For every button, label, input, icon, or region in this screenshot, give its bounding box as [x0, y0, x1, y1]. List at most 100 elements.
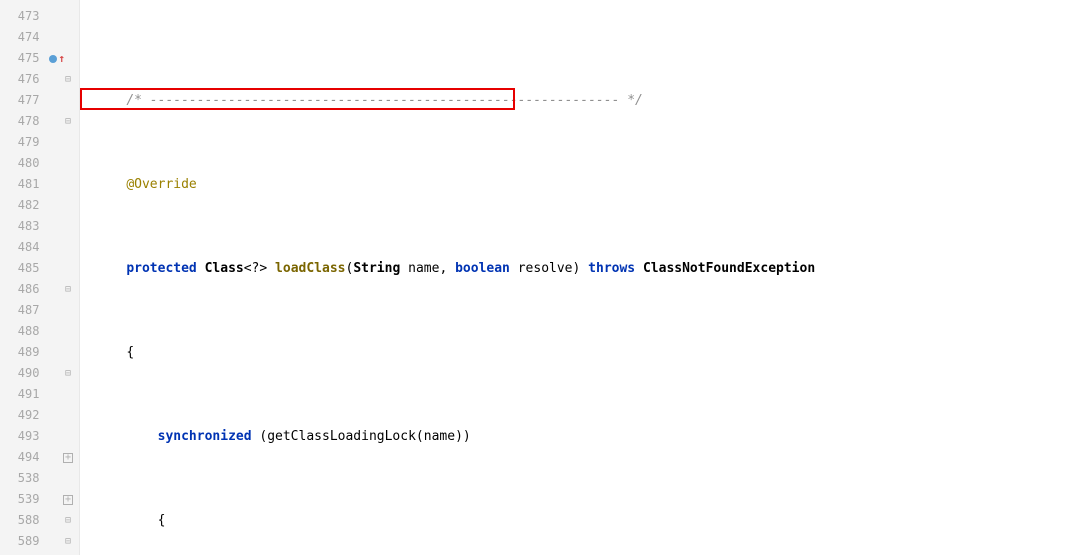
- keyword-boolean: boolean: [455, 261, 510, 276]
- line-number: 588: [0, 510, 39, 531]
- fold-toggle[interactable]: ⊟: [39, 75, 75, 85]
- rparen: ): [463, 429, 471, 444]
- line-number: 538: [0, 468, 39, 489]
- fold-toggle[interactable]: ⊟: [39, 516, 75, 526]
- line-number: 488: [0, 321, 39, 342]
- line-number: 476: [0, 69, 39, 90]
- fold-minus-icon: ⊟: [63, 369, 73, 379]
- line-number: 483: [0, 216, 39, 237]
- gutter-row: 482: [0, 195, 79, 216]
- param-resolve: resolve: [518, 261, 573, 276]
- type-class: Class: [205, 261, 244, 276]
- type-cnfe: ClassNotFoundException: [643, 261, 815, 276]
- gutter-row: 488: [0, 321, 79, 342]
- gutter-row: 539 +: [0, 489, 79, 510]
- arrow-up-icon: ↑: [58, 48, 65, 69]
- fold-minus-icon: ⊟: [63, 285, 73, 295]
- circle-icon: [49, 55, 57, 63]
- gutter-row: 485: [0, 258, 79, 279]
- gutter-row: 475 ↑: [0, 48, 79, 69]
- code-line[interactable]: {: [80, 510, 1080, 531]
- fold-plus-icon: +: [63, 453, 73, 463]
- gutter-row: 494+: [0, 447, 79, 468]
- param-name: name: [408, 261, 439, 276]
- gutter-row: 492: [0, 405, 79, 426]
- line-number: 480: [0, 153, 39, 174]
- lbrace: {: [126, 345, 134, 360]
- code-line[interactable]: {: [80, 342, 1080, 363]
- code-line[interactable]: /* -------------------------------------…: [80, 90, 1080, 111]
- annotation: @Override: [126, 177, 196, 192]
- line-number: 478: [0, 111, 39, 132]
- gutter: 473 474 475 ↑ 476 ⊟ 477 478 ⊟ 479 480 481 4…: [0, 0, 80, 555]
- gutter-row: 473: [0, 6, 79, 27]
- fold-toggle[interactable]: ⊟: [39, 537, 75, 547]
- fold-toggle[interactable]: ⊟: [39, 117, 75, 127]
- gutter-row: 589 ⊟: [0, 531, 79, 552]
- gutter-icon-area[interactable]: ↑: [39, 48, 75, 69]
- gutter-row: 481: [0, 174, 79, 195]
- line-number: 475: [0, 48, 39, 69]
- gutter-row: 483: [0, 216, 79, 237]
- gutter-row: 476 ⊟: [0, 69, 79, 90]
- method-call: getClassLoadingLock: [267, 429, 416, 444]
- code-line[interactable]: protected Class<?> loadClass(String name…: [80, 258, 1080, 279]
- gutter-row: 486 ⊟: [0, 279, 79, 300]
- gutter-row: 479: [0, 132, 79, 153]
- line-number: 487: [0, 300, 39, 321]
- lparen: (: [416, 429, 424, 444]
- line-number: 492: [0, 405, 39, 426]
- line-number: 477: [0, 90, 39, 111]
- lbrace: {: [158, 513, 166, 528]
- line-number: 481: [0, 174, 39, 195]
- gutter-row: 474: [0, 27, 79, 48]
- keyword-synchronized: synchronized: [158, 429, 252, 444]
- gutter-row: 484: [0, 237, 79, 258]
- rparen: ): [455, 429, 463, 444]
- gutter-row: 477: [0, 90, 79, 111]
- code-line[interactable]: synchronized (getClassLoadingLock(name)): [80, 426, 1080, 447]
- fold-toggle[interactable]: +: [39, 453, 75, 463]
- method-name: loadClass: [275, 261, 345, 276]
- rparen: ): [573, 261, 581, 276]
- line-number: 485: [0, 258, 39, 279]
- line-number: 474: [0, 27, 39, 48]
- generic-wildcard: <?>: [244, 261, 267, 276]
- gutter-row: 493: [0, 426, 79, 447]
- code-editor: 473 474 475 ↑ 476 ⊟ 477 478 ⊟ 479 480 481 4…: [0, 0, 1080, 555]
- fold-minus-icon: ⊟: [63, 537, 73, 547]
- line-number: 473: [0, 6, 39, 27]
- line-number: 482: [0, 195, 39, 216]
- code-line[interactable]: @Override: [80, 174, 1080, 195]
- line-number: 490: [0, 363, 39, 384]
- override-icon[interactable]: ↑: [49, 48, 65, 69]
- line-number: 479: [0, 132, 39, 153]
- gutter-row: 489: [0, 342, 79, 363]
- keyword-throws: throws: [588, 261, 635, 276]
- line-number: 489: [0, 342, 39, 363]
- fold-toggle[interactable]: +: [39, 495, 75, 505]
- gutter-row: 538: [0, 468, 79, 489]
- line-number: 484: [0, 237, 39, 258]
- gutter-row: 588 ⊟: [0, 510, 79, 531]
- fold-minus-icon: ⊟: [63, 117, 73, 127]
- line-number: 486: [0, 279, 39, 300]
- code-area[interactable]: /* -------------------------------------…: [80, 0, 1080, 555]
- line-number: 493: [0, 426, 39, 447]
- comment: /* -------------------------------------…: [126, 93, 643, 108]
- comma: ,: [439, 261, 447, 276]
- fold-toggle[interactable]: ⊟: [39, 369, 75, 379]
- type-string: String: [353, 261, 400, 276]
- gutter-row: 478 ⊟: [0, 111, 79, 132]
- gutter-row: 487: [0, 300, 79, 321]
- fold-toggle[interactable]: ⊟: [39, 285, 75, 295]
- line-number: 539: [0, 489, 39, 510]
- param-name: name: [424, 429, 455, 444]
- line-number: 589: [0, 531, 39, 552]
- gutter-row: 490 ⊟: [0, 363, 79, 384]
- fold-minus-icon: ⊟: [63, 75, 73, 85]
- keyword-protected: protected: [126, 261, 196, 276]
- gutter-row: 491: [0, 384, 79, 405]
- fold-plus-icon: +: [63, 495, 73, 505]
- fold-minus-icon: ⊟: [63, 516, 73, 526]
